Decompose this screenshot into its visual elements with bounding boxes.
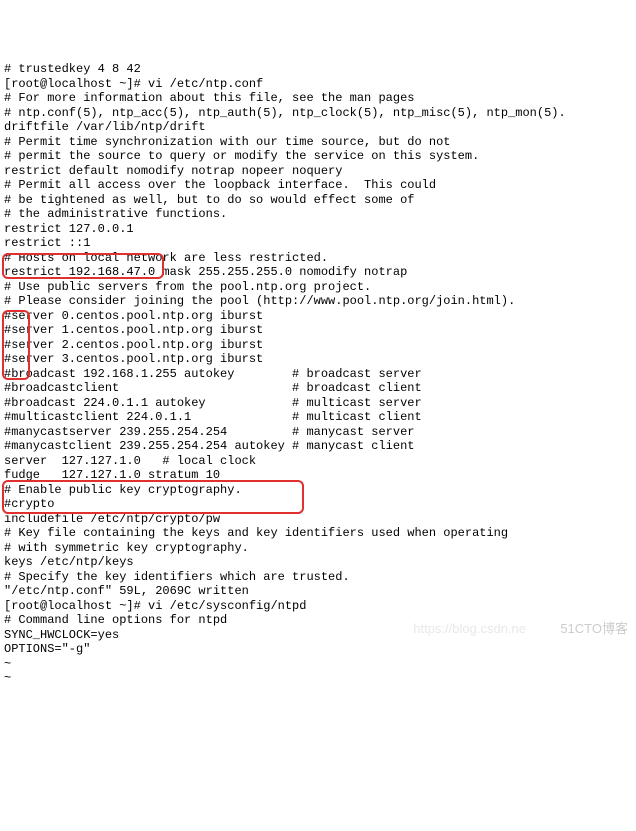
terminal-line: restrict 192.168.47.0 mask 255.255.255.0… <box>4 265 632 280</box>
terminal-line: # Key file containing the keys and key i… <box>4 526 632 541</box>
terminal-line: fudge 127.127.1.0 stratum 10 <box>4 468 632 483</box>
terminal-line: #broadcast 192.168.1.255 autokey # broad… <box>4 367 632 382</box>
terminal-line: restrict 127.0.0.1 <box>4 222 632 237</box>
terminal-line: #broadcast 224.0.1.1 autokey # multicast… <box>4 396 632 411</box>
terminal-line: [root@localhost ~]# vi /etc/ntp.conf <box>4 77 632 92</box>
terminal-line: includefile /etc/ntp/crypto/pw <box>4 512 632 527</box>
terminal-line: #server 2.centos.pool.ntp.org iburst <box>4 338 632 353</box>
terminal-line: #broadcastclient # broadcast client <box>4 381 632 396</box>
terminal-line: # Use public servers from the pool.ntp.o… <box>4 280 632 295</box>
terminal-line: #server 1.centos.pool.ntp.org iburst <box>4 323 632 338</box>
terminal-line: ~ <box>4 671 632 686</box>
terminal-line: # ntp.conf(5), ntp_acc(5), ntp_auth(5), … <box>4 106 632 121</box>
terminal-line: #crypto <box>4 497 632 512</box>
terminal-line: #manycastserver 239.255.254.254 # manyca… <box>4 425 632 440</box>
terminal-line: # Please consider joining the pool (http… <box>4 294 632 309</box>
terminal-line: # the administrative functions. <box>4 207 632 222</box>
terminal-line: #server 0.centos.pool.ntp.org iburst <box>4 309 632 324</box>
terminal-line: # Specify the key identifiers which are … <box>4 570 632 585</box>
terminal-line: # permit the source to query or modify t… <box>4 149 632 164</box>
terminal-line: # Permit all access over the loopback in… <box>4 178 632 193</box>
terminal-line: # Hosts on local network are less restri… <box>4 251 632 266</box>
terminal-line: driftfile /var/lib/ntp/drift <box>4 120 632 135</box>
terminal-line: # Command line options for ntpd <box>4 613 632 628</box>
terminal-line: ~ <box>4 657 632 672</box>
terminal-line: restrict ::1 <box>4 236 632 251</box>
terminal-line: OPTIONS="-g" <box>4 642 632 657</box>
terminal-line: # trustedkey 4 8 42 <box>4 62 632 77</box>
terminal-line: "/etc/ntp.conf" 59L, 2069C written <box>4 584 632 599</box>
terminal-line: # Permit time synchronization with our t… <box>4 135 632 150</box>
terminal-line: server 127.127.1.0 # local clock <box>4 454 632 469</box>
terminal-line: #server 3.centos.pool.ntp.org iburst <box>4 352 632 367</box>
terminal-line: [root@localhost ~]# vi /etc/sysconfig/nt… <box>4 599 632 614</box>
terminal-line: # be tightened as well, but to do so wou… <box>4 193 632 208</box>
terminal-line: # Enable public key cryptography. <box>4 483 632 498</box>
terminal-line: #multicastclient 224.0.1.1 # multicast c… <box>4 410 632 425</box>
terminal-line: keys /etc/ntp/keys <box>4 555 632 570</box>
terminal-line: SYNC_HWCLOCK=yes <box>4 628 632 643</box>
terminal-output: # trustedkey 4 8 42[root@localhost ~]# v… <box>4 62 632 686</box>
terminal-line: # For more information about this file, … <box>4 91 632 106</box>
terminal-line: restrict default nomodify notrap nopeer … <box>4 164 632 179</box>
terminal-line: # with symmetric key cryptography. <box>4 541 632 556</box>
terminal-line: #manycastclient 239.255.254.254 autokey … <box>4 439 632 454</box>
